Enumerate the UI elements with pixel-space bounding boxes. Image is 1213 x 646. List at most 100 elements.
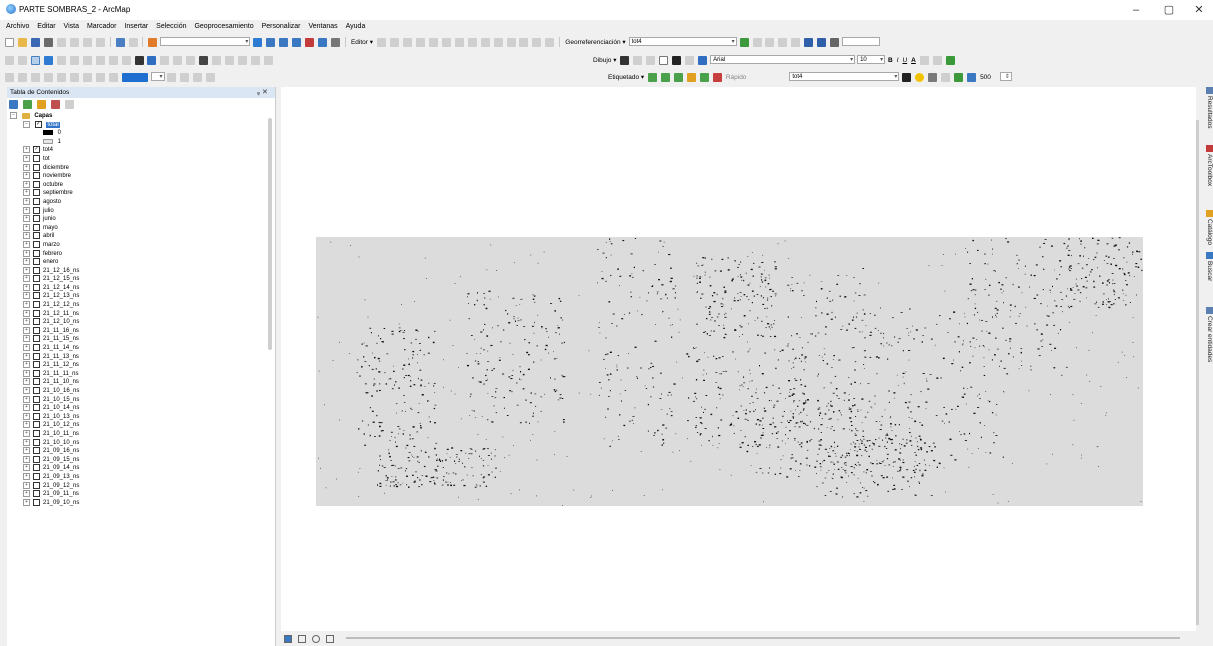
visibility-checkbox[interactable] <box>33 266 40 274</box>
layer-row[interactable]: +21_11_13_ns <box>10 352 265 362</box>
python-window-icon[interactable] <box>318 38 328 47</box>
refresh-icon[interactable] <box>311 635 320 643</box>
visibility-checkbox[interactable] <box>33 378 40 386</box>
create-features-icon[interactable] <box>545 38 555 47</box>
bold-button[interactable]: B <box>888 54 893 67</box>
visibility-checkbox[interactable] <box>33 249 40 257</box>
toggle-draft-icon[interactable] <box>167 73 177 82</box>
layer-row[interactable]: + agosto <box>10 197 265 207</box>
zoom-whole-page-icon[interactable] <box>43 73 53 82</box>
editor-toolbar-icon[interactable] <box>253 38 263 47</box>
visibility-checkbox[interactable] <box>33 283 40 291</box>
layer-row[interactable]: +21_09_14_ns <box>10 464 265 473</box>
layer-row[interactable]: +21_12_13_ns <box>10 292 265 301</box>
sketch-properties-icon[interactable] <box>532 38 542 47</box>
expand-icon[interactable]: + <box>23 472 30 480</box>
editor-menu[interactable]: Editor ▾ <box>351 36 373 49</box>
layer-row[interactable]: +21_11_14_ns <box>10 344 265 353</box>
expand-icon[interactable]: + <box>23 232 30 240</box>
change-layout-icon[interactable] <box>193 73 203 82</box>
visibility-checkbox[interactable] <box>33 180 40 188</box>
visibility-checkbox[interactable] <box>33 412 40 420</box>
add-data-icon[interactable] <box>148 38 158 47</box>
point-icon[interactable] <box>441 38 451 47</box>
layer-row[interactable]: +21_11_15_ns <box>10 335 265 344</box>
layer-row[interactable]: +21_09_15_ns <box>10 455 265 465</box>
layer-row[interactable]: + marzo <box>10 240 265 250</box>
edit-tool-icon[interactable] <box>376 38 386 47</box>
expand-icon[interactable]: + <box>23 292 30 300</box>
visibility-checkbox[interactable] <box>33 352 40 360</box>
new-document-icon[interactable] <box>5 38 14 47</box>
layer-row[interactable]: +21_12_10_ns <box>10 318 265 327</box>
expand-icon[interactable]: + <box>23 438 30 446</box>
open-folder-icon[interactable] <box>17 38 27 47</box>
tab-resultados[interactable]: Resultados <box>1204 87 1213 129</box>
georeferencing-menu[interactable]: Georreferenciación ▾ <box>565 36 625 49</box>
list-by-visibility-icon[interactable] <box>36 100 46 109</box>
zoom-to-selected-icon[interactable] <box>646 56 656 65</box>
underline-button[interactable]: U <box>902 54 907 67</box>
expand-icon[interactable]: + <box>23 369 30 377</box>
expand-icon[interactable]: + <box>23 361 30 369</box>
brightness-icon[interactable] <box>915 73 925 82</box>
expand-icon[interactable]: + <box>23 301 30 309</box>
layer-row[interactable]: +21_10_14_ns <box>10 404 265 413</box>
layer-row[interactable]: + octubre <box>10 180 265 190</box>
expand-icon[interactable]: + <box>23 215 30 223</box>
expand-icon[interactable]: + <box>23 421 30 429</box>
time-slider-icon[interactable] <box>238 56 248 65</box>
layout-pan-icon[interactable] <box>30 73 40 82</box>
pause-drawing-icon[interactable] <box>325 635 334 643</box>
collapse-icon[interactable]: − <box>23 120 30 128</box>
fixed-zoom-in-icon[interactable] <box>56 56 66 65</box>
expand-icon[interactable]: + <box>23 266 30 274</box>
tab-catalogo[interactable]: Catálogo <box>1204 210 1213 245</box>
view-unplaced-labels-icon[interactable] <box>712 73 722 82</box>
visibility-checkbox[interactable] <box>33 189 40 197</box>
visibility-checkbox[interactable] <box>33 447 40 455</box>
visibility-checkbox[interactable] <box>33 395 40 403</box>
menu-archivo[interactable]: Archivo <box>6 20 29 33</box>
trace-icon[interactable] <box>428 38 438 47</box>
scale-georef-icon[interactable] <box>765 38 775 47</box>
quick-label-combo[interactable]: Rápido <box>726 71 747 84</box>
select-features-icon[interactable] <box>108 56 118 65</box>
reshape-icon[interactable] <box>467 38 477 47</box>
expand-icon[interactable]: + <box>23 249 30 257</box>
fill-color-icon[interactable] <box>919 56 929 65</box>
expand-icon[interactable]: + <box>23 275 30 283</box>
expand-icon[interactable]: + <box>23 163 30 171</box>
layer-row[interactable]: +21_11_12_ns <box>10 361 265 370</box>
undo-icon[interactable] <box>115 38 125 47</box>
tab-crear-entidades[interactable]: Crear entidades <box>1204 307 1213 362</box>
zoom-100-icon[interactable] <box>56 73 66 82</box>
html-popup-icon[interactable] <box>173 56 183 65</box>
find-icon[interactable] <box>199 56 209 65</box>
expand-icon[interactable]: + <box>23 387 30 394</box>
visibility-checkbox[interactable] <box>33 318 40 326</box>
split-icon[interactable] <box>493 38 503 47</box>
font-icon[interactable] <box>698 56 708 65</box>
print-icon[interactable] <box>43 38 53 47</box>
rotate-element-icon[interactable] <box>633 56 643 65</box>
layout-combo[interactable]: ▾ <box>150 72 165 81</box>
expand-icon[interactable]: + <box>23 335 30 343</box>
shift-icon[interactable] <box>752 38 762 47</box>
data-driven-pages-icon[interactable] <box>206 73 216 82</box>
expand-icon[interactable]: + <box>23 197 30 205</box>
layout-zoom-out-icon[interactable] <box>17 73 27 82</box>
layer-row[interactable]: +21_10_10_ns <box>10 438 265 448</box>
layer-row[interactable]: +21_09_11_ns <box>10 490 265 499</box>
layer-row[interactable]: +21_12_11_ns <box>10 309 265 319</box>
list-by-drawing-order-icon[interactable] <box>9 100 18 109</box>
maximize-button[interactable]: ▢ <box>1157 2 1181 18</box>
layer-row[interactable]: +21_09_13_ns <box>10 472 265 482</box>
select-elements-arrow-icon[interactable] <box>620 56 630 65</box>
expand-icon[interactable]: + <box>23 429 30 437</box>
expand-icon[interactable]: + <box>23 309 30 317</box>
layer-row[interactable]: + ✓ tot4 <box>10 146 265 155</box>
visibility-checkbox[interactable] <box>33 154 40 162</box>
expand-icon[interactable]: + <box>23 447 30 455</box>
menu-personalizar[interactable]: Personalizar <box>262 20 301 33</box>
